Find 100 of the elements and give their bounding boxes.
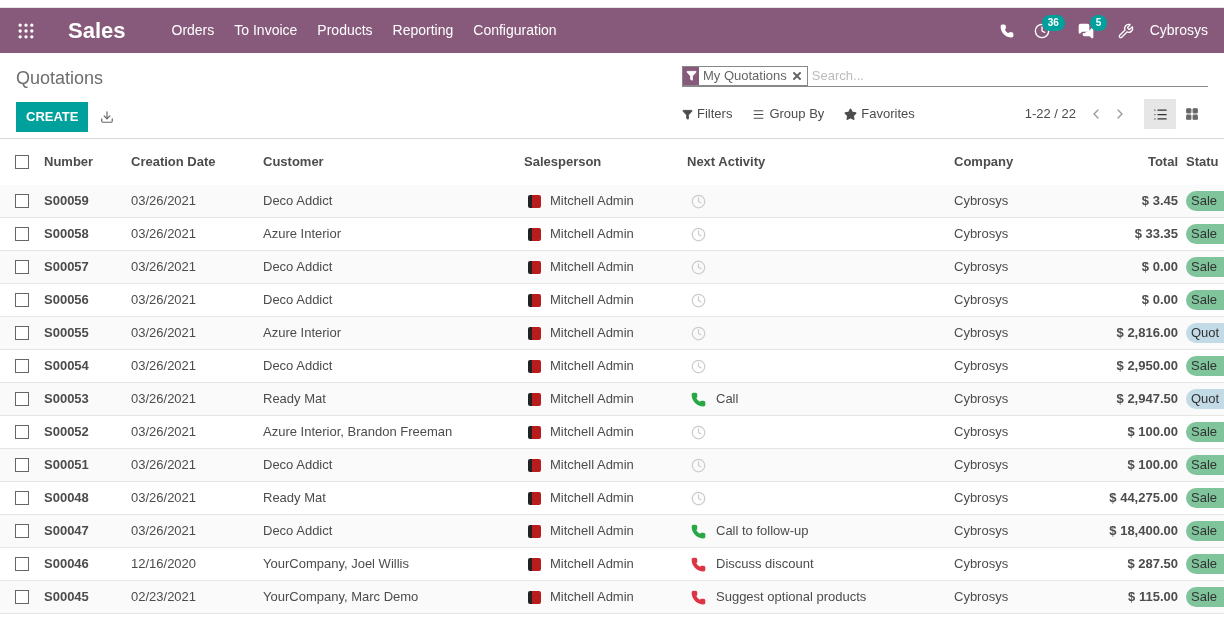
table-cell-text: Mitchell Admin: [550, 423, 634, 442]
facet-label: My Quotations: [702, 66, 788, 85]
table-cell-text: 03/26/2021: [131, 390, 198, 409]
row-checkbox[interactable]: [15, 293, 29, 307]
row-checkbox[interactable]: [15, 359, 29, 373]
company-switcher[interactable]: Cybrosys: [1149, 20, 1208, 41]
activity-label: Discuss discount: [716, 555, 814, 574]
column-header[interactable]: Creation Date: [131, 152, 263, 172]
activity-icon[interactable]: [1033, 22, 1050, 39]
total-amount: $ 287.50: [1126, 555, 1179, 574]
select-all-checkbox[interactable]: [15, 155, 29, 169]
avatar-icon: [528, 425, 541, 439]
row-checkbox[interactable]: [15, 425, 29, 439]
row-checkbox[interactable]: [15, 557, 29, 571]
table-cell-text: YourCompany, Marc Demo: [263, 588, 420, 607]
table-cell-text: 03/26/2021: [131, 291, 198, 310]
table-cell-text: Mitchell Admin: [550, 258, 634, 277]
row-checkbox[interactable]: [15, 590, 29, 604]
order-number: S00055: [44, 324, 90, 343]
column-header[interactable]: Total: [1074, 152, 1186, 172]
row-checkbox[interactable]: [15, 392, 29, 406]
table-cell-text: Deco Addict: [263, 192, 334, 211]
total-amount: $ 100.00: [1126, 456, 1179, 475]
column-header[interactable]: Company: [954, 152, 1074, 172]
avatar-icon: [528, 590, 541, 604]
table-cell-text: Mitchell Admin: [550, 390, 634, 409]
table-cell-text: Mitchell Admin: [550, 588, 634, 607]
avatar-icon: [528, 326, 541, 340]
table-cell-text: Deco Addict: [263, 357, 334, 376]
phone-icon[interactable]: [691, 556, 706, 572]
filters-button[interactable]: Filters: [682, 104, 733, 124]
total-amount: $ 18,400.00: [1108, 522, 1179, 541]
table-cell-text: 12/16/2020: [131, 555, 198, 574]
menu-item[interactable]: To Invoice: [224, 20, 308, 41]
table-cell-text: Cybrosys: [954, 423, 1010, 442]
list-view-button[interactable]: [1144, 99, 1176, 129]
column-header[interactable]: Statu: [1186, 152, 1224, 172]
phone-icon[interactable]: [691, 589, 706, 605]
phone-icon[interactable]: [691, 391, 706, 407]
activity-label: Call to follow-up: [716, 522, 809, 541]
table-cell-text: Ready Mat: [263, 489, 327, 508]
status-badge: Sale: [1186, 488, 1224, 508]
table-cell-text: Deco Addict: [263, 291, 334, 310]
total-amount: $ 115.00: [1127, 588, 1179, 607]
menu-item[interactable]: Reporting: [382, 20, 464, 41]
column-header[interactable]: Customer: [263, 152, 524, 172]
table-row[interactable]: S00047 03/26/2021 Deco Addict Mitchell Admin Call to follow-up Cybrosys $ 18,400.00 Sale: [0, 515, 1224, 548]
status-badge: Sale: [1186, 290, 1224, 310]
row-checkbox[interactable]: [15, 524, 29, 538]
table-cell-text: 03/26/2021: [131, 258, 198, 277]
phone-icon[interactable]: [691, 523, 706, 539]
table-cell-text: Cybrosys: [954, 555, 1010, 574]
table-cell-text: 03/26/2021: [131, 423, 198, 442]
avatar-icon: [528, 227, 541, 241]
avatar-icon: [528, 359, 541, 373]
row-checkbox[interactable]: [15, 227, 29, 241]
row-checkbox[interactable]: [15, 194, 29, 208]
table-cell-text: 03/26/2021: [131, 456, 198, 475]
search-field[interactable]: Search...: [811, 65, 1208, 86]
group-by-button[interactable]: Group By: [752, 104, 825, 124]
column-header[interactable]: Salesperson: [524, 152, 687, 172]
avatar-icon: [528, 557, 541, 571]
row-checkbox[interactable]: [15, 260, 29, 274]
row-checkbox[interactable]: [15, 458, 29, 472]
table-row[interactable]: S00059 03/26/2021 Deco Addict Mitchell Admin Cybrosys $ 3.45 Sale: [0, 185, 1224, 218]
table-cell-text: Cybrosys: [954, 357, 1010, 376]
status-badge: Sale: [1186, 521, 1224, 541]
menu-item[interactable]: Products: [307, 20, 383, 41]
menu-item[interactable]: Configuration: [463, 20, 567, 41]
favorites-button[interactable]: Favorites: [844, 104, 915, 124]
column-header[interactable]: Next Activity: [687, 152, 954, 172]
total-amount: $ 33.35: [1133, 225, 1179, 244]
table-cell-text: Deco Addict: [263, 258, 334, 277]
tools-icon[interactable]: [1117, 22, 1134, 39]
table-cell-text: Cybrosys: [954, 489, 1010, 508]
status-badge: Sale: [1186, 224, 1224, 244]
status-badge: Sale: [1186, 587, 1224, 607]
messages-icon[interactable]: [1077, 22, 1094, 39]
total-amount: $ 0.00: [1140, 258, 1179, 277]
grid-icon: [1185, 107, 1199, 121]
order-number: S00052: [44, 423, 90, 442]
remove-icon[interactable]: [790, 69, 803, 82]
menu-item[interactable]: Orders: [161, 20, 225, 41]
table-row[interactable]: S00057 03/26/2021 Deco Addict Mitchell Admin Cybrosys $ 0.00 Sale: [0, 251, 1224, 284]
avatar-icon: [528, 458, 541, 472]
table-cell-text: Mitchell Admin: [550, 225, 634, 244]
row-checkbox[interactable]: [15, 491, 29, 505]
download-icon[interactable]: [100, 110, 115, 124]
table-row[interactable]: S00045 02/23/2021 YourCompany, Marc Demo Mitchell Admin Suggest optional products Cybrosys $ 115.00 Sale: [0, 581, 1224, 614]
status-badge: Sale: [1186, 257, 1224, 277]
table-row[interactable]: S00051 03/26/2021 Deco Addict Mitchell Admin Cybrosys $ 100.00 Sale: [0, 449, 1224, 482]
table-cell-text: Cybrosys: [954, 192, 1010, 211]
column-header[interactable]: Number: [44, 152, 131, 172]
row-checkbox[interactable]: [15, 326, 29, 340]
table-cell-text: Mitchell Admin: [550, 192, 634, 211]
table-row[interactable]: S00055 03/26/2021 Azure Interior Mitchell Admin Cybrosys $ 2,816.00 Quot: [0, 317, 1224, 350]
table-row[interactable]: S00053 03/26/2021 Ready Mat Mitchell Admin Call Cybrosys $ 2,947.50 Quot: [0, 383, 1224, 416]
activity-count: 36: [1041, 14, 1065, 31]
app-title: Sales: [68, 17, 126, 45]
status-badge: Quot: [1186, 323, 1224, 343]
